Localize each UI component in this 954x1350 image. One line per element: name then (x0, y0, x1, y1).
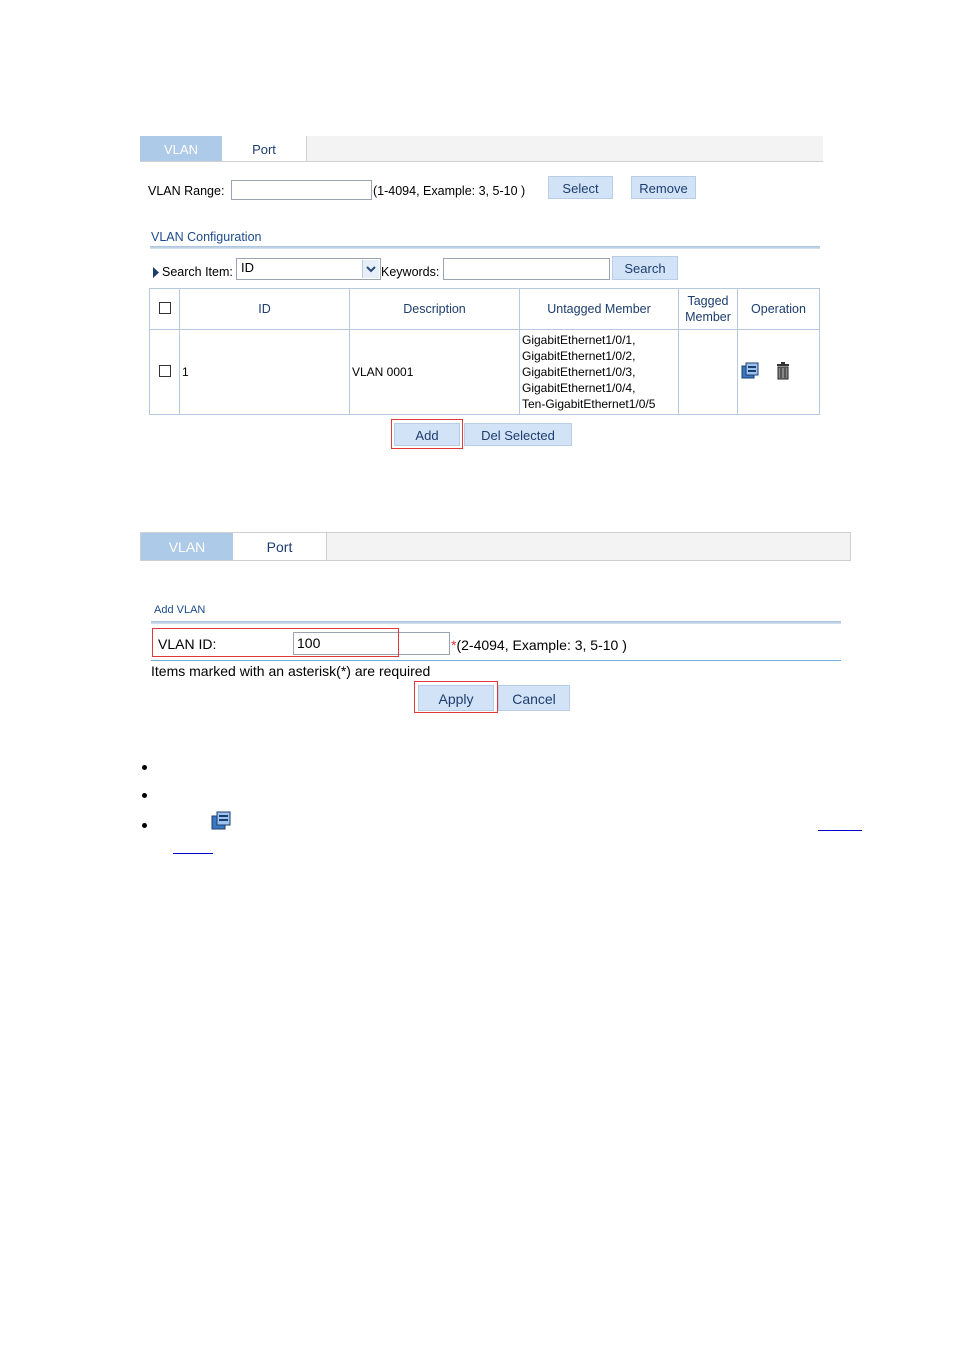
cell-untagged-member: GigabitEthernet1/0/1, GigabitEthernet1/0… (519, 329, 679, 415)
keywords-label: Keywords: (381, 265, 440, 279)
del-selected-button[interactable]: Del Selected (464, 423, 572, 446)
tab-port[interactable]: Port (222, 136, 307, 161)
highlight-box (414, 681, 498, 713)
row-select-cell (149, 329, 180, 415)
cancel-button[interactable]: Cancel (498, 685, 570, 711)
link-underline[interactable] (818, 830, 862, 831)
section-title-vlan-configuration: VLAN Configuration (151, 230, 262, 244)
edit-icon[interactable] (741, 362, 759, 383)
select-all-cell (149, 288, 180, 330)
select-all-checkbox[interactable] (158, 301, 171, 314)
remove-button[interactable]: Remove (631, 176, 696, 199)
cell-tagged-member (678, 329, 738, 415)
chevron-down-icon[interactable] (362, 260, 379, 278)
tab-bar: VLAN Port (140, 136, 823, 162)
delete-icon[interactable] (776, 361, 790, 383)
tab-vlan[interactable]: VLAN (141, 533, 233, 560)
tab-port[interactable]: Port (233, 533, 327, 560)
vlan-id-range-hint: (2-4094, Example: 3, 5-10 ) (456, 637, 627, 653)
vlan-id-hint: *(2-4094, Example: 3, 5-10 ) (451, 637, 627, 653)
bullet-point (142, 793, 147, 798)
table-header-row: ID Description Untagged Member Tagged Me… (149, 288, 820, 330)
link-underline[interactable] (173, 853, 213, 854)
col-operation: Operation (737, 288, 820, 330)
section-divider (150, 246, 820, 249)
search-item-label: Search Item: (162, 265, 233, 279)
cell-description: VLAN 0001 (349, 329, 520, 415)
col-description: Description (349, 288, 520, 330)
row-checkbox[interactable] (158, 364, 171, 377)
select-button[interactable]: Select (548, 176, 613, 199)
col-id: ID (179, 288, 350, 330)
vlan-range-input[interactable] (231, 180, 372, 200)
vlan-range-hint: (1-4094, Example: 3, 5-10 ) (373, 184, 526, 198)
cell-id: 1 (179, 329, 350, 415)
col-untagged-member: Untagged Member (519, 288, 679, 330)
search-item-value: ID (241, 260, 254, 275)
highlight-box (152, 628, 399, 657)
edit-icon (211, 811, 231, 836)
vlan-table: ID Description Untagged Member Tagged Me… (149, 288, 820, 415)
bullet-point (142, 765, 147, 770)
bullet-point (142, 823, 147, 828)
section-title-add-vlan: Add VLAN (154, 604, 206, 616)
form-divider (151, 660, 841, 661)
highlight-box (391, 419, 463, 449)
required-note: Items marked with an asterisk(*) are req… (151, 663, 431, 679)
keywords-input[interactable] (443, 258, 610, 280)
cell-operation (737, 329, 820, 415)
search-button[interactable]: Search (612, 256, 678, 280)
tab-vlan[interactable]: VLAN (140, 136, 222, 161)
col-tagged-member: Tagged Member (678, 288, 738, 330)
tab-bar: VLAN Port (140, 532, 851, 561)
section-divider (151, 621, 841, 624)
search-item-select[interactable]: ID (236, 258, 381, 280)
caret-right-icon (153, 265, 159, 283)
vlan-range-label: VLAN Range: (148, 184, 225, 198)
table-row: 1 VLAN 0001 GigabitEthernet1/0/1, Gigabi… (149, 329, 820, 415)
